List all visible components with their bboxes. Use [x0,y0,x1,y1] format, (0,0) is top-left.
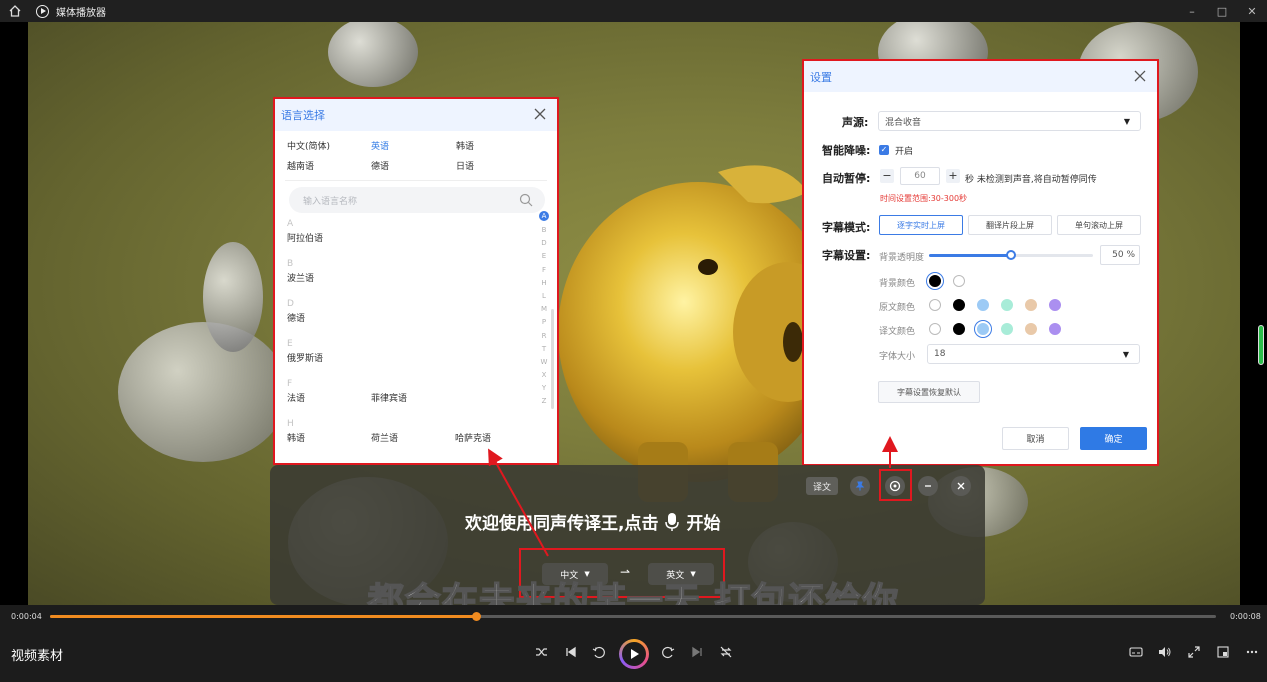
total-time: 0:00:08 [1230,612,1261,621]
progress-fill [50,615,476,618]
side-handle[interactable] [1258,325,1264,365]
play-icon [631,649,639,659]
video-title: 视频素材 [11,649,64,664]
skip-previous-icon [566,646,576,658]
progress-knob[interactable] [471,612,481,621]
volume-icon [1159,647,1171,657]
more-options-button[interactable] [1243,643,1261,661]
subtitles-icon [1129,647,1143,657]
progress-bar[interactable] [50,612,1216,621]
fullscreen-icon [1188,646,1200,658]
forward-30-button[interactable] [659,643,677,661]
skip-next-icon [692,646,702,658]
current-time: 0:00:04 [11,612,42,621]
more-icon [1246,650,1258,654]
repeat-off-button[interactable] [717,643,735,661]
shuffle-icon [536,648,547,656]
mini-player-button[interactable] [1214,643,1232,661]
forward-30-icon [662,646,675,659]
next-button[interactable] [688,643,706,661]
repeat-off-icon [720,646,732,658]
rewind-10-icon [592,646,605,659]
arrow-to-language-dialog [488,448,549,557]
subtitles-button[interactable] [1127,643,1145,661]
player-control-bar: 0:00:04 0:00:08 视频素材 [0,605,1267,682]
media-player-window: 媒体播放器 – □ ✕ 语言选择 中文(简体) 英语 韩语 越南语 德语 日语 … [0,0,1267,682]
rewind-10-button[interactable] [590,643,608,661]
volume-button[interactable] [1156,643,1174,661]
mini-player-icon [1217,646,1229,658]
play-button[interactable] [619,639,649,669]
fullscreen-button[interactable] [1185,643,1203,661]
previous-button[interactable] [562,643,580,661]
shuffle-button[interactable] [533,643,551,661]
